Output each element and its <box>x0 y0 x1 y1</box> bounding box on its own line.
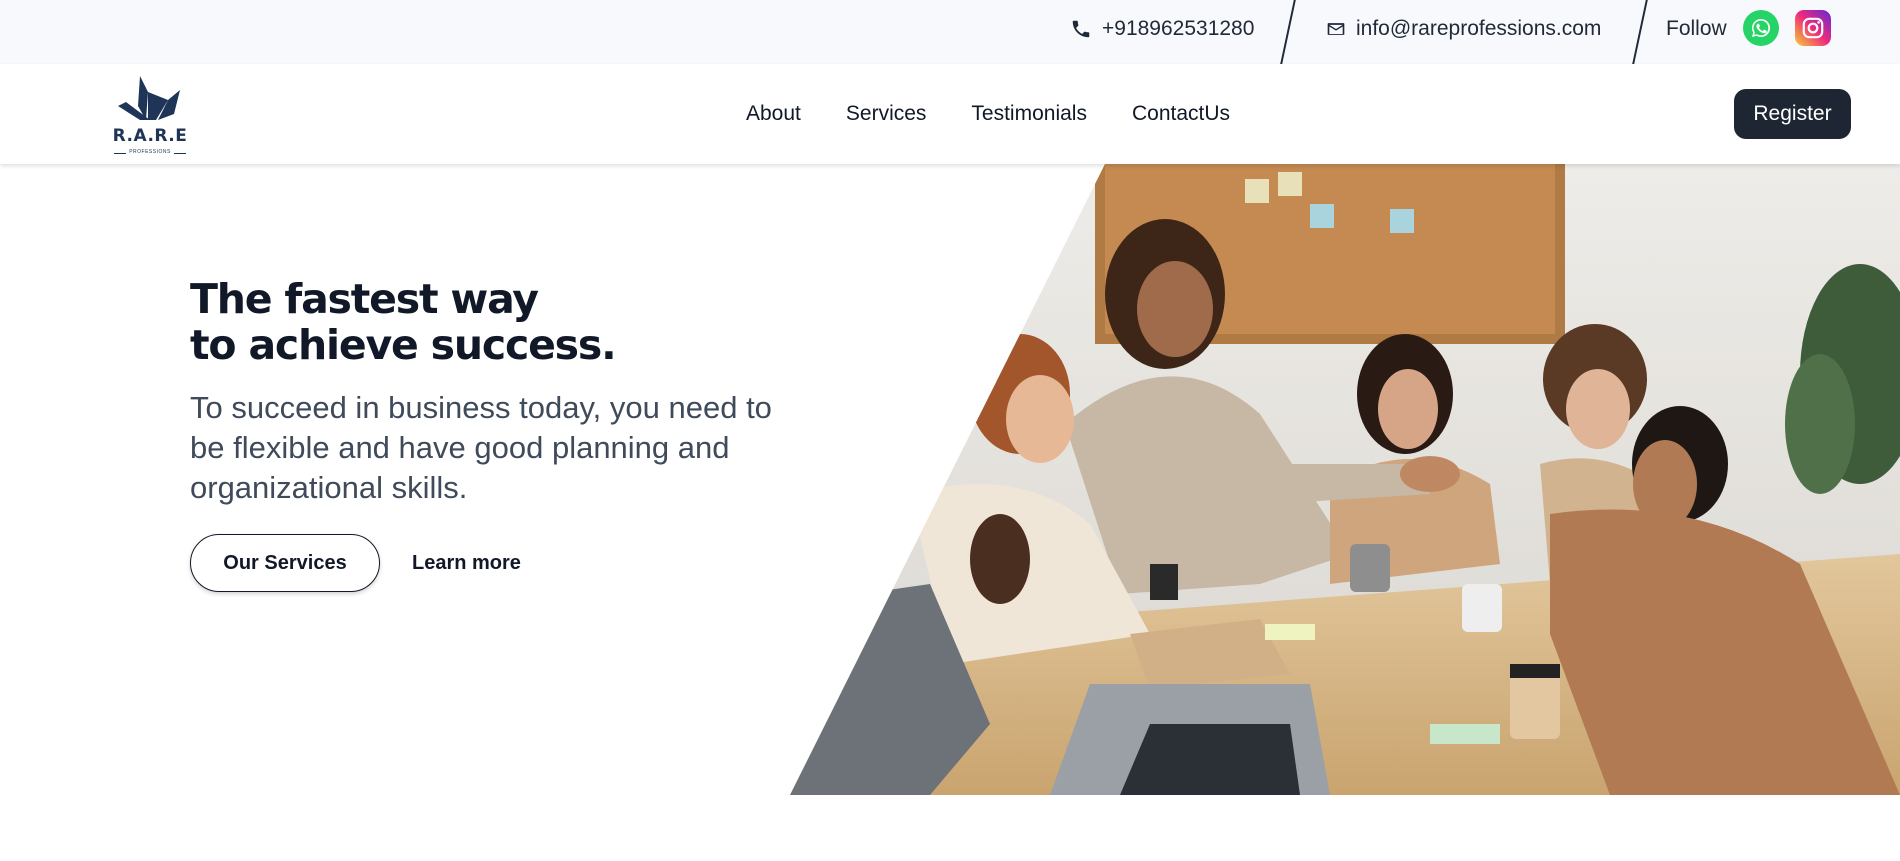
our-services-button[interactable]: Our Services <box>190 534 380 592</box>
hero-title-line-2: to achieve success. <box>190 321 617 369</box>
whatsapp-icon[interactable] <box>1743 10 1779 46</box>
nav-link-testimonials[interactable]: Testimonials <box>971 102 1087 126</box>
hero-team-meeting-image <box>790 164 1900 795</box>
mail-icon <box>1327 23 1345 35</box>
email-contact[interactable]: info@rareprofessions.com <box>1326 0 1601 58</box>
hero-title: The fastest way to achieve success. <box>190 275 617 369</box>
main-navbar: R.A.R.E PROFESSIONS About Services Testi… <box>0 64 1900 164</box>
divider <box>1632 0 1648 64</box>
instagram-icon[interactable] <box>1795 10 1831 46</box>
top-bar: +918962531280 info@rareprofessions.com F… <box>0 0 1900 64</box>
email-address: info@rareprofessions.com <box>1356 17 1602 40</box>
nav-link-about[interactable]: About <box>746 102 801 126</box>
learn-more-link[interactable]: Learn more <box>412 534 521 592</box>
nav-link-contactus[interactable]: ContactUs <box>1132 102 1230 126</box>
logo-text: R.A.R.E <box>112 126 188 146</box>
logo-line <box>174 153 186 154</box>
phone-contact[interactable]: +918962531280 <box>1070 0 1254 58</box>
logo-subtext: PROFESSIONS <box>129 149 171 155</box>
divider <box>1280 0 1296 64</box>
brand-logo[interactable]: R.A.R.E PROFESSIONS <box>110 70 190 158</box>
hero-description: To succeed in business today, you need t… <box>190 390 772 505</box>
logo-mark-icon <box>118 76 180 120</box>
phone-number: +918962531280 <box>1102 17 1255 40</box>
register-button[interactable]: Register <box>1734 89 1851 139</box>
hero-title-line-1: The fastest way <box>190 275 539 323</box>
primary-nav: About Services Testimonials ContactUs <box>746 64 1275 164</box>
follow-label: Follow <box>1666 17 1727 40</box>
phone-icon <box>1072 20 1090 38</box>
nav-link-services[interactable]: Services <box>846 102 927 126</box>
